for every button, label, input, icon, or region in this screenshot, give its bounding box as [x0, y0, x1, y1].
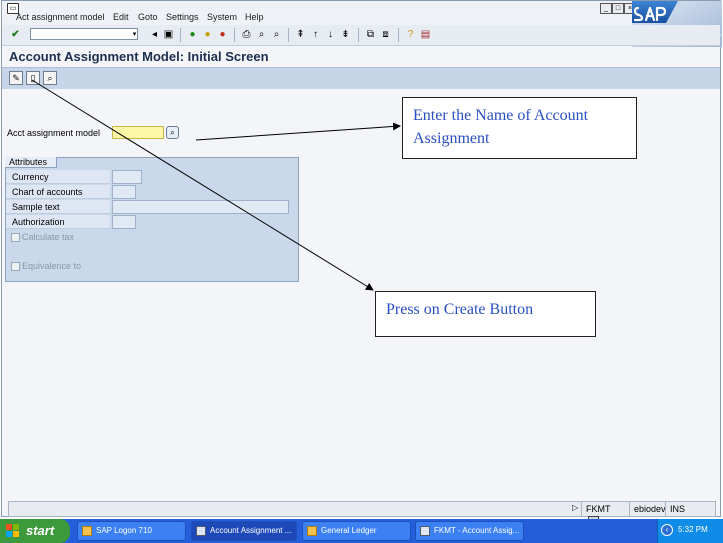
callout-arrows — [31, 79, 401, 291]
presentation-icon — [196, 526, 206, 536]
sap-logon-icon — [82, 526, 92, 536]
folder-icon — [307, 526, 317, 536]
taskbar-account-assignment[interactable]: Account Assignment ... — [191, 521, 297, 541]
tray-back-icon[interactable]: ‹ — [661, 524, 673, 536]
taskbar-sap-logon[interactable]: SAP Logon 710 — [77, 521, 186, 541]
taskbar-general-ledger[interactable]: General Ledger — [302, 521, 411, 541]
taskbar-clock: 5:32 PM — [678, 525, 708, 534]
sap-window-icon — [420, 526, 430, 536]
arrow-to-create-button — [31, 79, 374, 291]
arrow-to-model-field — [195, 122, 401, 141]
taskbar-fkmt[interactable]: FKMT - Account Assig... — [415, 521, 524, 541]
windows-flag-icon — [6, 524, 19, 537]
